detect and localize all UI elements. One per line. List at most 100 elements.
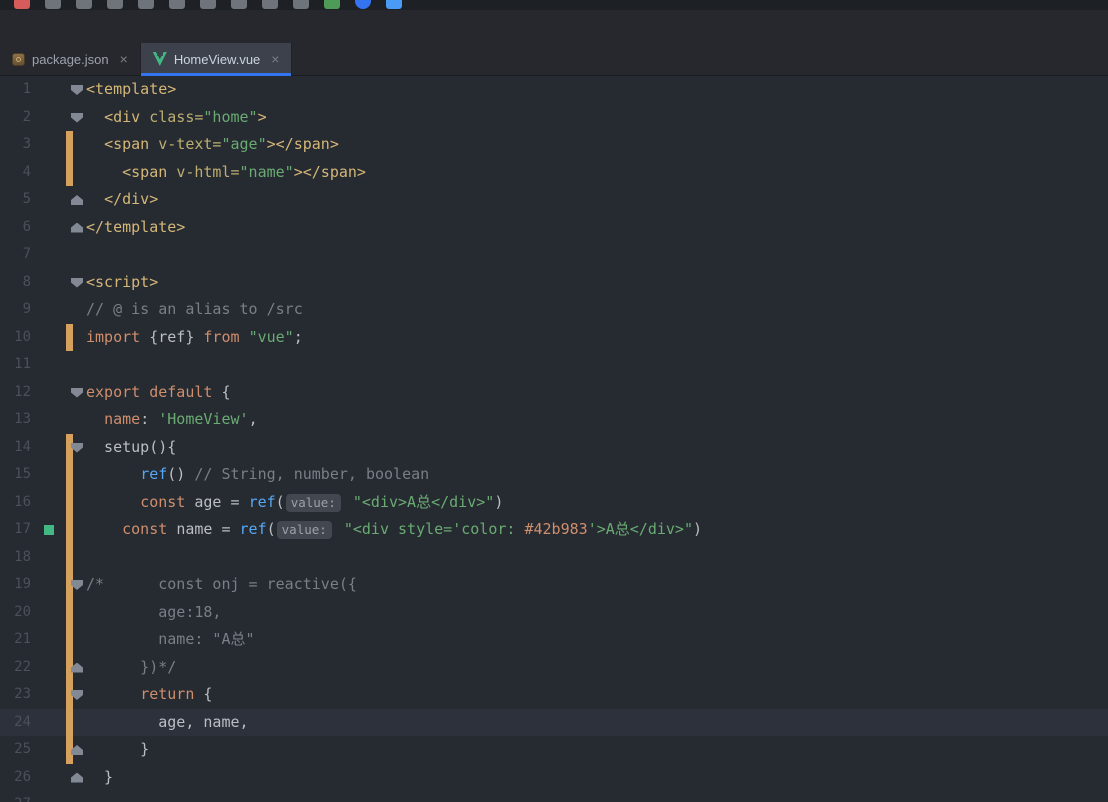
gutter[interactable]: 20 xyxy=(0,598,86,627)
toolbar-icon-braces[interactable] xyxy=(45,0,61,9)
line-number[interactable]: 3 xyxy=(0,131,31,159)
line-number[interactable]: 11 xyxy=(0,351,31,379)
gutter[interactable]: 15 xyxy=(0,461,86,489)
code-line-14[interactable]: 14 setup(){ xyxy=(0,433,1108,462)
gutter[interactable]: 8 xyxy=(0,269,86,297)
code-text[interactable]: name: 'HomeView', xyxy=(86,406,1108,434)
gutter[interactable]: 2 xyxy=(0,104,86,132)
toolbar-icon-gray-4[interactable] xyxy=(169,0,185,9)
line-number[interactable]: 21 xyxy=(0,626,31,654)
code-line-7[interactable]: 7 xyxy=(0,241,1108,269)
code-text[interactable]: const age = ref(value: "<div>A总</div>") xyxy=(86,489,1108,517)
line-number[interactable]: 6 xyxy=(0,214,31,242)
code-text[interactable]: <span v-html="name"></span> xyxy=(86,159,1108,187)
line-number[interactable]: 16 xyxy=(0,489,31,517)
gutter[interactable]: 16 xyxy=(0,488,86,517)
code-line-8[interactable]: 8 <script> xyxy=(0,269,1108,297)
code-line-18[interactable]: 18 xyxy=(0,543,1108,572)
gutter[interactable]: 25 xyxy=(0,736,86,764)
line-number[interactable]: 13 xyxy=(0,406,31,434)
code-line-2[interactable]: 2 <div class="home"> xyxy=(0,104,1108,132)
tab-homeview-vue[interactable]: HomeView.vue × xyxy=(140,43,293,76)
line-number[interactable]: 4 xyxy=(0,159,31,187)
gutter[interactable]: 7 xyxy=(0,241,86,269)
code-text[interactable]: setup(){ xyxy=(86,434,1108,462)
code-text[interactable]: })*/ xyxy=(86,654,1108,682)
gutter[interactable]: 14 xyxy=(0,433,86,462)
line-number[interactable]: 15 xyxy=(0,461,31,489)
code-text[interactable] xyxy=(86,544,1108,572)
gutter[interactable]: 22 xyxy=(0,653,86,682)
code-line-9[interactable]: 9 // @ is an alias to /src xyxy=(0,296,1108,324)
code-text[interactable]: age:18, xyxy=(86,599,1108,627)
toolbar-icon-gray-1[interactable] xyxy=(76,0,92,9)
fold-close-icon[interactable] xyxy=(71,772,83,783)
code-line-4[interactable]: 4 <span v-html="name"></span> xyxy=(0,158,1108,187)
code-line-17[interactable]: 17 const name = ref(value: "<div style='… xyxy=(0,516,1108,544)
code-line-19[interactable]: 19 /* const onj = reactive({ xyxy=(0,571,1108,599)
code-text[interactable]: return { xyxy=(86,681,1108,709)
code-text[interactable]: <div class="home"> xyxy=(86,104,1108,132)
toolbar-icon-gray-7[interactable] xyxy=(262,0,278,9)
code-line-15[interactable]: 15 ref() // String, number, boolean xyxy=(0,461,1108,489)
line-number[interactable]: 19 xyxy=(0,571,31,599)
line-number[interactable]: 9 xyxy=(0,296,31,324)
code-text[interactable]: /* const onj = reactive({ xyxy=(86,571,1108,599)
tab-package-json[interactable]: package.json × xyxy=(0,43,141,75)
code-line-21[interactable]: 21 name: "A总" xyxy=(0,626,1108,654)
fold-open-icon[interactable] xyxy=(71,112,83,123)
fold-open-icon[interactable] xyxy=(71,277,83,288)
line-number[interactable]: 8 xyxy=(0,269,31,297)
line-number[interactable]: 22 xyxy=(0,654,31,682)
gutter[interactable]: 9 xyxy=(0,296,86,324)
gutter[interactable]: 5 xyxy=(0,186,86,214)
code-text[interactable] xyxy=(86,241,1108,269)
line-number[interactable]: 23 xyxy=(0,681,31,709)
fold-open-icon[interactable] xyxy=(71,387,83,398)
gutter[interactable]: 12 xyxy=(0,379,86,407)
code-line-20[interactable]: 20 age:18, xyxy=(0,598,1108,627)
code-line-6[interactable]: 6 </template> xyxy=(0,214,1108,242)
toolbar-icon-blue-x[interactable] xyxy=(386,0,402,9)
code-text[interactable] xyxy=(86,351,1108,379)
gutter[interactable]: 27 xyxy=(0,791,86,802)
line-number[interactable]: 20 xyxy=(0,599,31,627)
code-text[interactable]: <template> xyxy=(86,76,1108,104)
line-number[interactable]: 1 xyxy=(0,76,31,104)
code-line-3[interactable]: 3 <span v-text="age"></span> xyxy=(0,131,1108,159)
code-text[interactable]: age, name, xyxy=(86,709,1108,737)
gutter[interactable]: 6 xyxy=(0,214,86,242)
fold-close-icon[interactable] xyxy=(71,222,83,233)
gutter[interactable]: 1 xyxy=(0,76,86,104)
code-line-1[interactable]: 1 <template> xyxy=(0,76,1108,104)
code-line-26[interactable]: 26 } xyxy=(0,764,1108,792)
code-text[interactable]: export default { xyxy=(86,379,1108,407)
line-number[interactable]: 26 xyxy=(0,764,31,792)
gutter[interactable]: 10 xyxy=(0,323,86,352)
code-text[interactable]: } xyxy=(86,736,1108,764)
code-line-11[interactable]: 11 xyxy=(0,351,1108,379)
gutter[interactable]: 19 xyxy=(0,571,86,599)
line-number[interactable]: 10 xyxy=(0,324,31,352)
code-text[interactable]: const name = ref(value: "<div style='col… xyxy=(86,516,1108,544)
toolbar-icon-gray-5[interactable] xyxy=(200,0,216,9)
line-number[interactable]: 2 xyxy=(0,104,31,132)
code-text[interactable]: </div> xyxy=(86,186,1108,214)
toolbar-icon-green[interactable] xyxy=(324,0,340,9)
code-text[interactable]: </template> xyxy=(86,214,1108,242)
toolbar-icon-gray-2[interactable] xyxy=(107,0,123,9)
toolbar-icon-gray-8[interactable] xyxy=(293,0,309,9)
gutter[interactable]: 18 xyxy=(0,543,86,571)
toolbar-icon-red[interactable] xyxy=(14,0,30,9)
line-number[interactable]: 24 xyxy=(0,709,31,737)
code-line-5[interactable]: 5 </div> xyxy=(0,186,1108,214)
gutter[interactable]: 23 xyxy=(0,681,86,709)
line-number[interactable]: 14 xyxy=(0,434,31,462)
toolbar-icon-gray-3[interactable] xyxy=(138,0,154,9)
code-line-25[interactable]: 25 } xyxy=(0,736,1108,764)
code-line-22[interactable]: 22 })*/ xyxy=(0,653,1108,682)
code-editor[interactable]: 1 <template> 2 <div class="home"> 3 <span v… xyxy=(0,76,1108,802)
gutter[interactable]: 13 xyxy=(0,406,86,434)
code-text[interactable]: } xyxy=(86,764,1108,792)
code-line-10[interactable]: 10 import {ref} from "vue"; xyxy=(0,323,1108,352)
